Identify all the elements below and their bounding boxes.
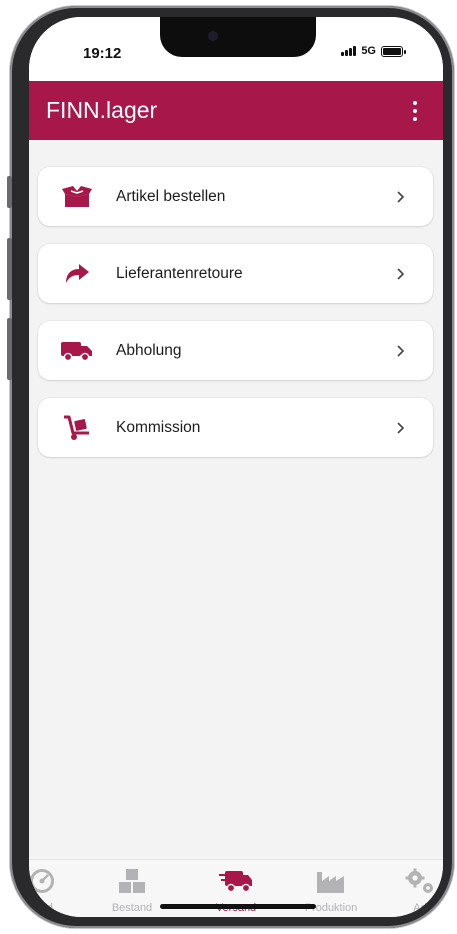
menu-item-label: Kommission <box>116 418 201 436</box>
hand-truck-icon <box>60 414 94 442</box>
nav-label: oard <box>30 902 54 914</box>
chevron-right-icon <box>397 267 405 280</box>
share-arrow-icon <box>60 260 94 288</box>
menu-item-artikel-bestellen[interactable]: Artikel bestellen <box>38 167 433 226</box>
network-type: 5G <box>361 45 376 57</box>
gears-icon <box>405 868 433 893</box>
menu-item-label: Abholung <box>116 341 182 359</box>
menu-item-label: Artikel bestellen <box>116 187 226 205</box>
chevron-right-icon <box>397 190 405 203</box>
status-bar: 19:12 5G <box>29 17 443 81</box>
boxes-icon <box>119 869 145 893</box>
truck-icon <box>60 337 94 365</box>
screen: 19:12 5G FINN.lager Artikel bestellen Li… <box>29 17 443 917</box>
factory-icon <box>317 872 344 893</box>
status-time: 19:12 <box>83 45 122 62</box>
menu-list: Artikel bestellen Lieferantenretoure Abh… <box>38 167 433 475</box>
chevron-right-icon <box>397 344 405 357</box>
shipping-fast-icon <box>219 871 252 893</box>
app-title: FINN.lager <box>46 97 158 123</box>
menu-item-label: Lieferantenretoure <box>116 264 243 282</box>
dashboard-icon <box>30 869 54 893</box>
nav-item-dashboard[interactable]: oard <box>29 860 87 917</box>
app-bar: FINN.lager <box>29 81 443 140</box>
battery-icon <box>381 45 406 57</box>
status-indicators: 5G <box>341 45 406 57</box>
menu-item-abholung[interactable]: Abholung <box>38 321 433 380</box>
volume-up-button <box>7 238 12 300</box>
silent-switch <box>7 176 12 208</box>
nav-label: Ad <box>413 902 427 914</box>
chevron-right-icon <box>397 421 405 434</box>
signal-icon <box>341 46 357 56</box>
more-vert-icon[interactable] <box>409 97 421 125</box>
open-box-icon <box>60 183 94 211</box>
camera-dot <box>208 31 218 41</box>
volume-down-button <box>7 318 12 380</box>
notch <box>160 17 316 57</box>
home-indicator[interactable] <box>160 904 316 909</box>
nav-item-admin[interactable]: Ad <box>375 860 443 917</box>
bottom-navigation: oard Bestand Versand <box>29 859 443 917</box>
menu-item-lieferantenretoure[interactable]: Lieferantenretoure <box>38 244 433 303</box>
menu-item-kommission[interactable]: Kommission <box>38 398 433 457</box>
